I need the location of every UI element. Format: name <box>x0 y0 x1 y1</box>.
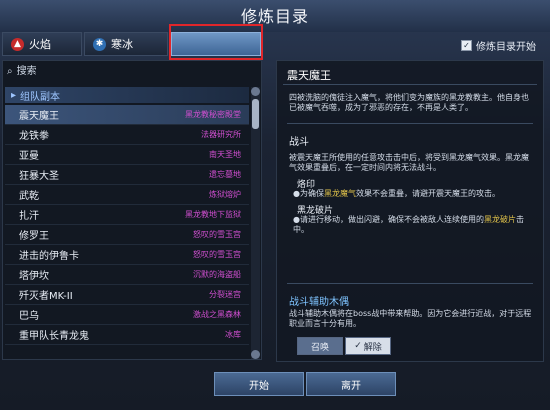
boss-location: 冰库 <box>225 330 241 339</box>
boss-name: 修罗王 <box>19 231 49 242</box>
helper-text: 战斗辅助木偶将在boss战中带来帮助。因为它会进行近战，对于远程职业而言十分有用… <box>289 309 532 328</box>
list-item[interactable]: 重甲队长青龙鬼 冰库 <box>5 325 249 345</box>
summon-button[interactable]: 召唤 <box>297 337 343 355</box>
divider <box>287 123 533 124</box>
tab-label: 寒冰 <box>111 38 133 51</box>
boss-rows: 震天魔王 黑龙教秘密殿堂 龙铁拳 法器研究所 亚曼 南天圣地 狂暴大圣 遗忘墓地… <box>5 105 249 345</box>
helper-heading: 战斗辅助木偶 <box>289 297 349 308</box>
mechanic-highlight: 黑龙魔气 <box>323 189 356 198</box>
start-button[interactable]: 开始 <box>214 372 304 396</box>
boss-name: 巴乌 <box>19 311 39 322</box>
tab-ice[interactable]: ✱ 寒冰 <box>84 32 168 56</box>
search-bar[interactable]: ⌕ <box>7 65 97 77</box>
scroll-down-button[interactable] <box>251 350 260 359</box>
fire-icon: ▲ <box>11 37 24 51</box>
boss-name: 重甲队长青龙鬼 <box>19 331 89 342</box>
list-item[interactable]: 震天魔王 黑龙教秘密殿堂 <box>5 105 249 125</box>
boss-name: 扎汗 <box>19 211 39 222</box>
boss-detail-title: 震天魔王 <box>283 67 537 85</box>
list-item[interactable]: 亚曼 南天圣地 <box>5 145 249 165</box>
boss-location: 沉默的海盗船 <box>193 270 241 279</box>
boss-detail-panel: 震天魔王 四被洗脑的傀徒注入魔气，将他们变为魔族的黑龙教教主。他自身也已被魔气吞… <box>276 60 544 362</box>
boss-description: 四被洗脑的傀徒注入魔气，将他们变为魔族的黑龙教教主。他自身也已被魔气吞噬，成为了… <box>289 93 529 112</box>
list-item[interactable]: 龙铁拳 法器研究所 <box>5 125 249 145</box>
boss-location: 激战之黑森林 <box>193 310 241 319</box>
boss-name: 武乾 <box>19 191 39 202</box>
list-item[interactable]: 塔伊坎 沉默的海盗船 <box>5 265 249 285</box>
tab-fire[interactable]: ▲ 火焰 <box>2 32 82 56</box>
leave-button[interactable]: 离开 <box>306 372 396 396</box>
title-bar: 修炼目录 <box>0 0 550 32</box>
checkbox-box[interactable]: ✓ <box>461 40 472 51</box>
group-header-label: 组队副本 <box>20 91 61 103</box>
boss-location: 分裂迷宫 <box>209 290 241 299</box>
mechanic-desc: ●请进行移动，做出闪避，确保不会被敌人连续使用的黑龙破片击中。 <box>293 215 524 234</box>
boss-name: 歼灭者MK-II <box>19 291 73 302</box>
scroll-thumb[interactable] <box>252 99 259 129</box>
mechanic-text-pre: 请进行移动，做出闪避，确保不会被敌人连续使用的 <box>299 215 484 224</box>
checkmark-icon: ✓ <box>354 341 362 351</box>
boss-location: 怒叹的雪玉宫 <box>193 250 241 259</box>
boss-location: 炼狱熔炉 <box>209 190 241 199</box>
search-icon: ⌕ <box>7 65 13 77</box>
boss-name: 进击的伊鲁卡 <box>19 251 79 262</box>
boss-location: 法器研究所 <box>201 130 241 139</box>
list-item[interactable]: 武乾 炼狱熔炉 <box>5 185 249 205</box>
mechanic-text-post: 效果不会重叠，请避开震天魔王的攻击。 <box>355 189 500 198</box>
boss-location: 南天圣地 <box>209 150 241 159</box>
list-item[interactable]: 狂暴大圣 遗忘墓地 <box>5 165 249 185</box>
auto-start-checkbox[interactable]: ✓ 修炼目录开始 <box>461 38 536 53</box>
list-item[interactable]: 扎汗 黑龙教地下监狱 <box>5 205 249 225</box>
boss-name: 亚曼 <box>19 151 39 162</box>
scroll-up-button[interactable] <box>251 87 260 96</box>
window-title: 修炼目录 <box>240 7 309 26</box>
boss-name: 震天魔王 <box>19 111 59 122</box>
tab-label: 火焰 <box>29 38 51 51</box>
checkbox-label: 修炼目录开始 <box>476 42 536 53</box>
boss-name: 狂暴大圣 <box>19 171 59 182</box>
group-header[interactable]: ▸ 组队副本 <box>5 87 249 103</box>
expand-triangle-icon: ▸ <box>11 89 17 101</box>
mechanic-highlight: 黑龙破片 <box>483 215 516 224</box>
boss-location: 遗忘墓地 <box>209 170 241 179</box>
divider <box>287 283 533 284</box>
boss-location: 怒叹的雪玉宫 <box>193 230 241 239</box>
boss-location: 黑龙教地下监狱 <box>185 210 241 219</box>
boss-location: 黑龙教秘密殿堂 <box>185 110 241 119</box>
selection-highlight <box>169 24 263 60</box>
list-item[interactable]: 巴乌 激战之黑森林 <box>5 305 249 325</box>
battle-text: 被震天魔王所使用的任意攻击击中后，将受到黑龙魔气效果。黑龙魔气效果重叠后，在一定… <box>289 153 529 172</box>
list-item[interactable]: 进击的伊鲁卡 怒叹的雪玉宫 <box>5 245 249 265</box>
list-item[interactable]: 修罗王 怒叹的雪玉宫 <box>5 225 249 245</box>
boss-name: 龙铁拳 <box>19 131 49 142</box>
battle-heading: 战斗 <box>289 137 309 148</box>
boss-name: 塔伊坎 <box>19 271 49 282</box>
mechanic-desc: ●为确保黑龙魔气效果不会重叠，请避开震天魔王的攻击。 <box>293 189 500 198</box>
boss-list-panel: ⌕ ▸ 组队副本 震天魔王 黑龙教秘密殿堂 龙铁拳 法器研究所 亚曼 南天圣地 … <box>2 60 262 360</box>
snowflake-icon: ✱ <box>93 37 106 51</box>
mechanic-text-pre: 为确保 <box>299 189 324 198</box>
list-scrollbar[interactable] <box>251 87 260 359</box>
list-item[interactable]: 歼灭者MK-II 分裂迷宫 <box>5 285 249 305</box>
release-button-label: 解除 <box>363 342 382 353</box>
search-input[interactable] <box>16 65 97 77</box>
release-button[interactable]: ✓ 解除 <box>345 337 391 355</box>
